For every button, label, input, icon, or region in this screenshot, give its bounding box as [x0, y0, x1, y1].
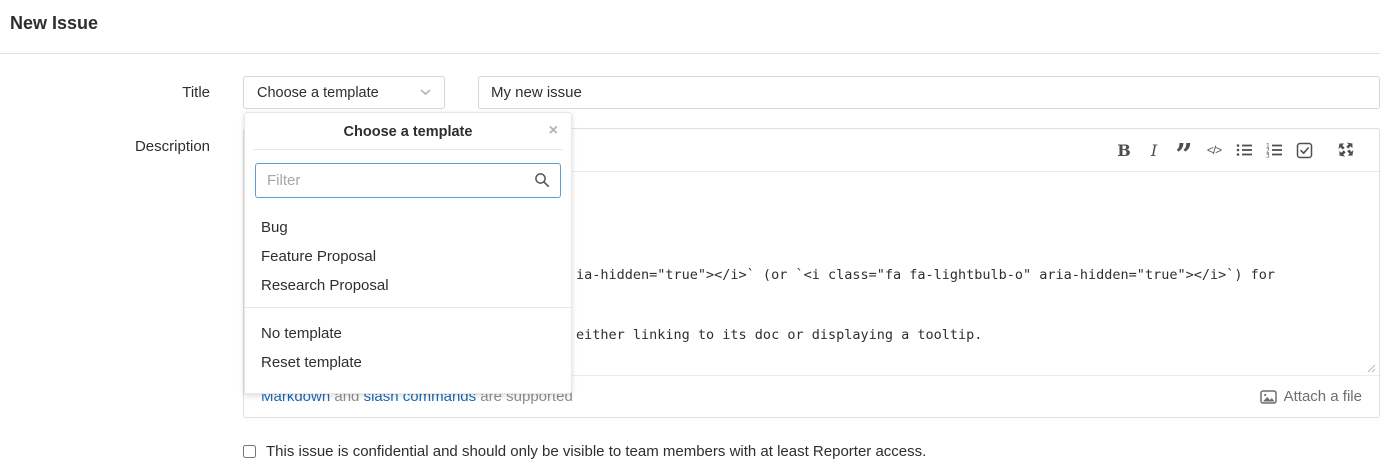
page-title: New Issue: [10, 13, 98, 34]
dropdown-divider: [245, 307, 571, 308]
new-issue-page: New Issue Title Description Choose a tem…: [0, 0, 1388, 474]
template-filter: [255, 163, 561, 198]
description-line: [576, 385, 1275, 405]
template-item-research-proposal[interactable]: Research Proposal: [245, 271, 571, 300]
svg-text:3: 3: [1266, 153, 1270, 159]
fullscreen-icon[interactable]: [1331, 138, 1361, 162]
choose-template-button-label: Choose a template: [257, 85, 379, 101]
template-list: Bug Feature Proposal Research Proposal: [245, 208, 571, 303]
search-icon: [534, 172, 550, 188]
textarea-resize-handle[interactable]: [1366, 363, 1376, 373]
template-dropdown-header: Choose a template ×: [245, 113, 571, 149]
code-icon[interactable]: </>: [1199, 138, 1229, 162]
bulleted-list-icon[interactable]: [1229, 138, 1259, 162]
template-actions-list: No template Reset template: [245, 314, 571, 387]
confidential-row: This issue is confidential and should on…: [243, 443, 926, 460]
dropdown-header-divider: [253, 149, 563, 150]
description-label: Description: [10, 138, 210, 155]
template-item-reset-template[interactable]: Reset template: [245, 348, 571, 377]
description-text: ia-hidden="true"></i>` (or `<i class="fa…: [576, 225, 1275, 474]
description-line: either linking to its doc or displaying …: [576, 325, 1275, 345]
close-icon[interactable]: ×: [549, 123, 558, 139]
bold-icon[interactable]: B: [1109, 138, 1139, 162]
confidential-checkbox[interactable]: [243, 445, 256, 458]
chevron-down-icon: [420, 89, 431, 96]
template-item-feature-proposal[interactable]: Feature Proposal: [245, 242, 571, 271]
title-label: Title: [10, 84, 210, 101]
task-list-icon[interactable]: [1289, 138, 1319, 162]
choose-template-button[interactable]: Choose a template: [243, 76, 445, 109]
issue-title-input[interactable]: [478, 76, 1380, 109]
template-dropdown: Choose a template × Bug Feature Proposal…: [244, 112, 572, 394]
template-item-bug[interactable]: Bug: [245, 213, 571, 242]
description-line: ia-hidden="true"></i>` (or `<i class="fa…: [576, 265, 1275, 285]
template-dropdown-title: Choose a template: [344, 124, 473, 140]
header-divider: [0, 53, 1380, 54]
numbered-list-icon[interactable]: 1 2 3: [1259, 138, 1289, 162]
quote-icon[interactable]: ”: [1169, 138, 1199, 162]
template-item-no-template[interactable]: No template: [245, 319, 571, 348]
confidential-label: This issue is confidential and should on…: [266, 443, 926, 460]
template-filter-input[interactable]: [255, 163, 561, 198]
attach-file-label: Attach a file: [1284, 388, 1362, 405]
italic-icon[interactable]: I: [1139, 138, 1169, 162]
